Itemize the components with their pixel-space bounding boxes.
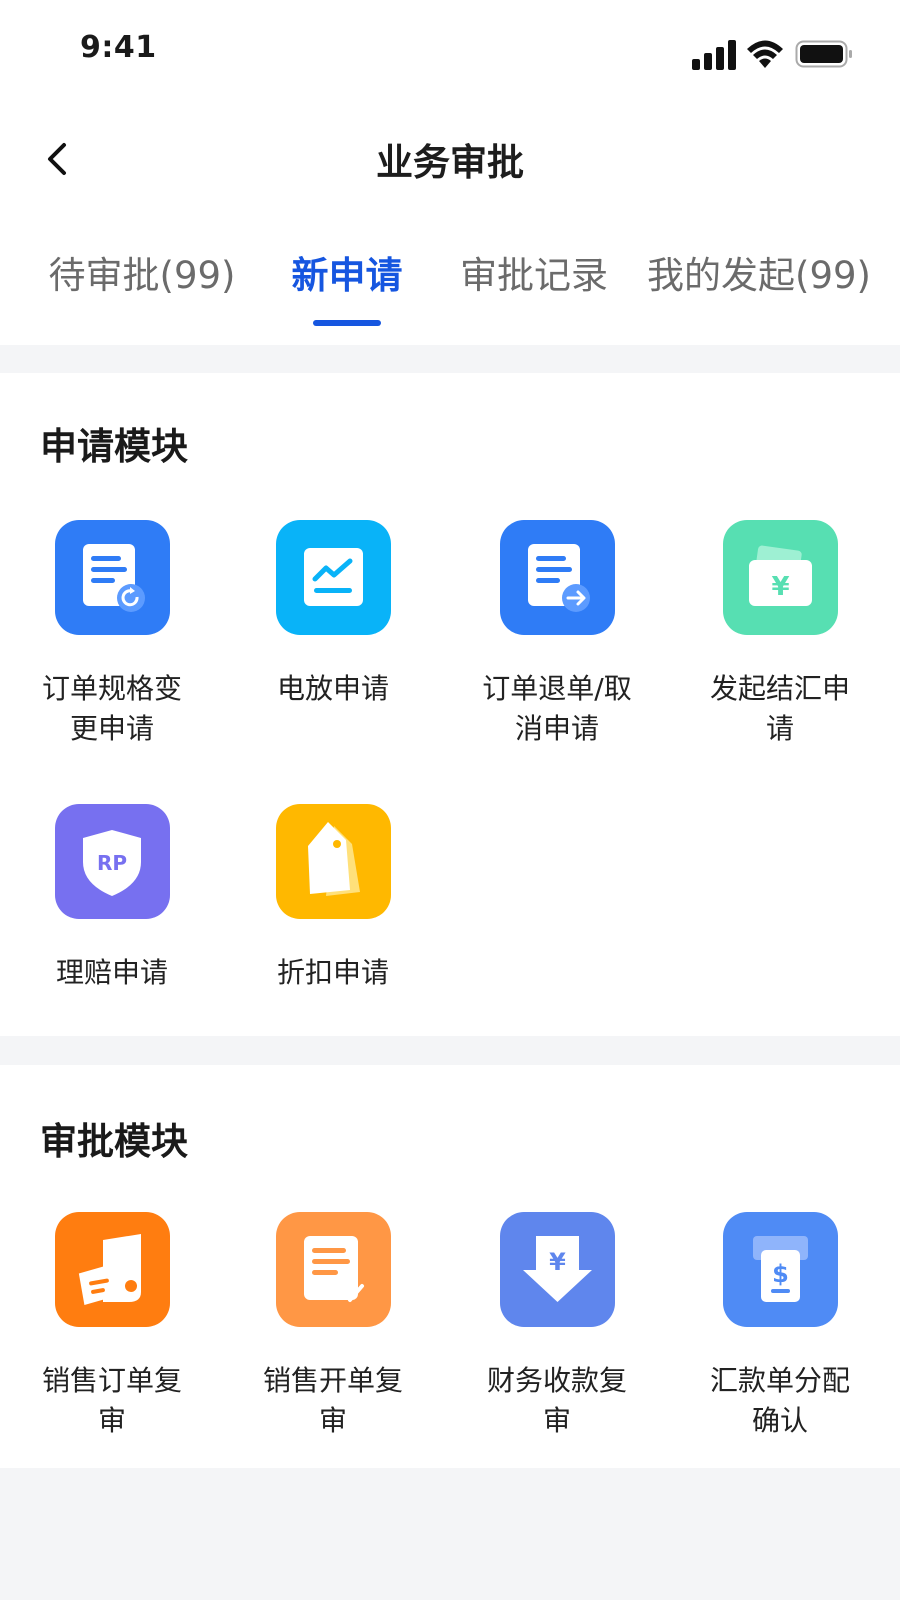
shield-rp-icon: RP	[54, 804, 170, 919]
top-area: 9:41 业务审批 待审批(99) 新申请 审批记录 我的发起(99)	[0, 0, 900, 345]
apply-module-section: 申请模块 订单规格变更申请 电放申请 订单退单/取消申请 ¥ 发起结汇申请 RP…	[0, 373, 900, 1036]
item-label: 订单规格变更申请	[41, 672, 182, 745]
item-label: 订单退单/取消申请	[482, 672, 632, 745]
item-label: 销售订单复审	[41, 1364, 182, 1437]
status-bar: 9:41	[0, 0, 900, 100]
discount-item[interactable]: 折扣申请	[248, 804, 418, 993]
telex-release-item[interactable]: 电放申请	[248, 520, 418, 709]
svg-text:¥: ¥	[771, 572, 789, 602]
wallet-yen-icon: ¥	[722, 520, 838, 635]
yen-download-icon: ¥	[499, 1212, 615, 1327]
item-label: 理赔申请	[55, 956, 168, 989]
tab-bar: 待审批(99) 新申请 审批记录 我的发起(99)	[0, 245, 900, 345]
claim-item[interactable]: RP 理赔申请	[27, 804, 197, 993]
fx-settlement-item[interactable]: ¥ 发起结汇申请	[695, 520, 865, 749]
dollar-receipt-icon: $	[722, 1212, 838, 1327]
sales-invoice-review-item[interactable]: 销售开单复审	[248, 1212, 418, 1441]
status-time: 9:41	[80, 30, 157, 65]
music-note-document-icon	[54, 1212, 170, 1327]
document-arrow-icon	[499, 520, 615, 635]
tab-pending-approval[interactable]: 待审批(99)	[46, 245, 238, 299]
chart-line-icon	[275, 520, 391, 635]
approve-module-section: 审批模块 销售订单复审 销售开单复审 ¥ 财务收款复审 $ 汇款单分配确认	[0, 1065, 900, 1468]
svg-text:RP: RP	[96, 851, 126, 875]
active-tab-indicator	[313, 320, 381, 326]
tab-my-initiated[interactable]: 我的发起(99)	[643, 245, 875, 299]
cellular-signal-icon	[692, 40, 736, 70]
item-label: 销售开单复审	[262, 1364, 403, 1437]
item-label: 发起结汇申请	[709, 672, 850, 745]
tab-approval-records[interactable]: 审批记录	[456, 245, 612, 299]
section-title: 审批模块	[40, 1120, 188, 1163]
item-label: 电放申请	[276, 672, 389, 705]
svg-text:$: $	[772, 1260, 789, 1288]
nav-bar: 业务审批	[0, 110, 900, 210]
item-label: 折扣申请	[276, 956, 389, 989]
section-title: 申请模块	[40, 425, 188, 468]
battery-icon	[795, 40, 852, 68]
order-cancel-item[interactable]: 订单退单/取消申请	[472, 520, 642, 749]
item-label: 财务收款复审	[486, 1364, 627, 1437]
wifi-icon	[747, 40, 783, 68]
page-title: 业务审批	[376, 141, 524, 184]
order-spec-change-item[interactable]: 订单规格变更申请	[27, 520, 197, 749]
sales-order-review-item[interactable]: 销售订单复审	[27, 1212, 197, 1441]
item-label: 汇款单分配确认	[709, 1364, 850, 1437]
tab-new-application[interactable]: 新申请	[280, 245, 414, 299]
remittance-allocation-item[interactable]: $ 汇款单分配确认	[695, 1212, 865, 1441]
document-pen-icon	[275, 1212, 391, 1327]
price-tag-icon	[275, 804, 391, 919]
svg-text:¥: ¥	[549, 1248, 566, 1276]
document-refresh-icon	[54, 520, 170, 635]
finance-receipt-review-item[interactable]: ¥ 财务收款复审	[472, 1212, 642, 1441]
